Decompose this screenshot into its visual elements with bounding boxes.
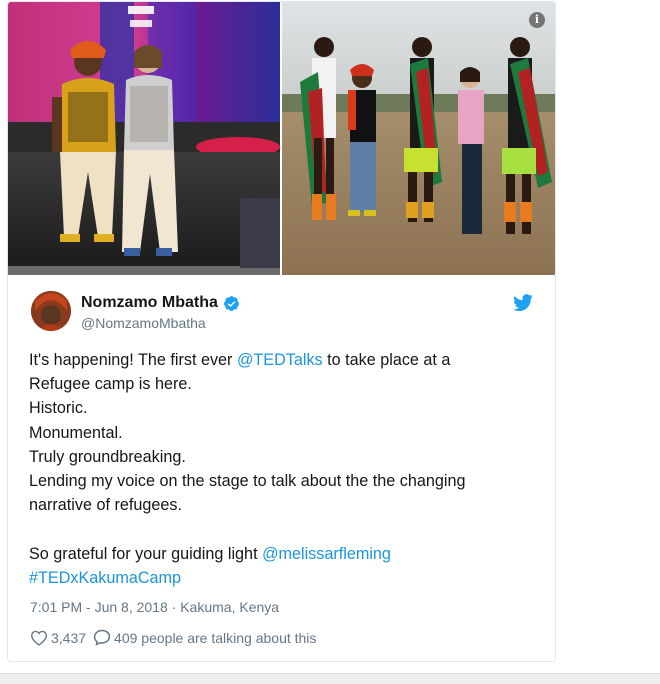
- verified-badge-icon: [223, 295, 240, 312]
- meta-separator: ·: [167, 599, 181, 615]
- tweet-header: Nomzamo Mbatha @NomzamoMbatha: [31, 291, 541, 333]
- avatar-image: [31, 291, 71, 331]
- tweet-text: It's happening! The first ever @TEDTalks…: [29, 348, 539, 590]
- athletes-photo-image: [282, 2, 555, 275]
- display-name-row: Nomzamo Mbatha: [81, 292, 240, 314]
- like-count: 3,437: [51, 629, 87, 646]
- tweet-line-7: narrative of refugees.: [29, 496, 182, 515]
- tweet-line-9: So grateful for your guiding light @meli…: [29, 542, 539, 566]
- reply-action[interactable]: 409 people are talking about this: [93, 629, 316, 646]
- tweet-meta: 7:01 PM - Jun 8, 2018 · Kakuma, Kenya: [30, 599, 279, 615]
- bottom-scroll-area: [0, 673, 660, 684]
- tweet-line-5: Truly groundbreaking.: [29, 447, 186, 466]
- tweet-text-segment: to take place at a: [322, 351, 451, 369]
- speech-bubble-icon: [93, 629, 111, 646]
- heart-icon: [30, 630, 48, 646]
- like-action[interactable]: 3,437: [30, 630, 86, 646]
- tweet-photo-athletes[interactable]: i: [282, 2, 555, 275]
- hashtag-link[interactable]: #TEDxKakumaCamp: [29, 569, 181, 587]
- location-link[interactable]: Kakuma, Kenya: [180, 599, 279, 615]
- embedded-tweet-card: i Nomzamo Mbatha @NomzamoMbatha It's hap…: [7, 1, 556, 662]
- display-name[interactable]: Nomzamo Mbatha: [81, 294, 218, 312]
- author-names: Nomzamo Mbatha @NomzamoMbatha: [81, 292, 240, 331]
- stage-photo-image: [8, 2, 280, 275]
- mention-tedtalks-link[interactable]: @TEDTalks: [237, 351, 323, 369]
- tweet-line-2: Refugee camp is here.: [29, 375, 192, 394]
- handle[interactable]: @NomzamoMbatha: [81, 315, 240, 331]
- twitter-bird-icon[interactable]: [513, 294, 533, 312]
- tweet-line-6: Lending my voice on the stage to talk ab…: [29, 471, 466, 490]
- talking-count: 409 people are talking about this: [114, 629, 317, 646]
- info-icon[interactable]: i: [529, 12, 545, 28]
- page: i Nomzamo Mbatha @NomzamoMbatha It's hap…: [0, 0, 660, 684]
- tweet-text-segment: So grateful for your guiding light: [29, 544, 263, 563]
- tweet-media-grid: i: [8, 2, 555, 275]
- tweet-line-10: #TEDxKakumaCamp: [29, 566, 539, 590]
- avatar[interactable]: [31, 291, 71, 331]
- tweet-photo-stage[interactable]: [8, 2, 280, 275]
- mention-melissarfleming-link[interactable]: @melissarfleming: [262, 545, 391, 563]
- tweet-line-3: Historic.: [29, 399, 88, 418]
- tweet-text-segment: It's happening! The first ever: [29, 351, 237, 369]
- tweet-line-4: Monumental.: [29, 423, 123, 442]
- timestamp-link[interactable]: 7:01 PM - Jun 8, 2018: [30, 599, 168, 615]
- tweet-actions: 3,437 409 people are talking about this: [30, 629, 316, 646]
- tweet-line-1: It's happening! The first ever @TEDTalks…: [29, 348, 539, 372]
